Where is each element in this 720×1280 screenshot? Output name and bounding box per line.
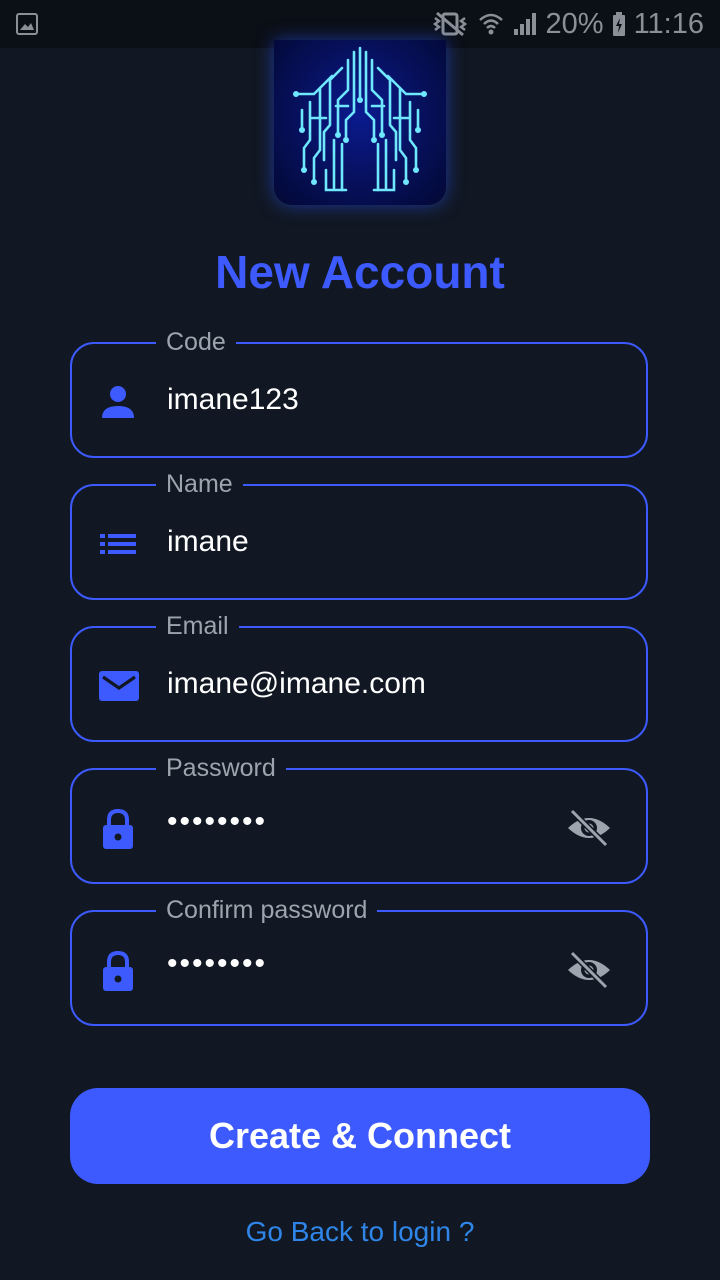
vibrate-mute-icon <box>432 11 470 37</box>
mail-icon <box>98 666 139 706</box>
email-field[interactable]: Email imane@imane.com <box>70 610 648 742</box>
code-input[interactable]: imane123 <box>167 380 299 420</box>
email-label: Email <box>156 610 239 642</box>
password-label: Password <box>156 752 286 784</box>
page-title: New Account <box>215 246 505 298</box>
create-connect-button[interactable]: Create & Connect <box>70 1088 650 1184</box>
clock: 11:16 <box>633 7 704 40</box>
person-icon <box>98 382 138 422</box>
name-label: Name <box>156 468 243 500</box>
circuit-house-icon <box>293 46 427 192</box>
battery-percent: 20% <box>545 7 604 40</box>
image-icon <box>16 13 38 35</box>
lock-icon <box>98 808 138 849</box>
list-icon <box>98 524 138 564</box>
confirm-password-input[interactable]: •••••••• <box>167 944 267 984</box>
wifi-icon <box>478 11 504 37</box>
confirm-password-label: Confirm password <box>156 894 378 926</box>
code-label: Code <box>156 326 236 358</box>
eye-off-icon[interactable] <box>566 950 612 990</box>
lock-icon <box>98 950 138 991</box>
signal-icon <box>512 11 538 37</box>
email-input[interactable]: imane@imane.com <box>167 664 426 704</box>
confirm-password-field[interactable]: Confirm password •••••••• <box>70 894 648 1026</box>
name-input[interactable]: imane <box>167 522 249 562</box>
eye-off-icon[interactable] <box>566 808 612 848</box>
app-logo <box>274 40 446 205</box>
status-icons: 20% 11:16 <box>432 0 704 48</box>
name-field[interactable]: Name imane <box>70 468 648 600</box>
back-to-login-link[interactable]: Go Back to login ? <box>0 1212 720 1252</box>
password-input[interactable]: •••••••• <box>167 802 267 842</box>
password-field[interactable]: Password •••••••• <box>70 752 648 884</box>
battery-charging-icon <box>612 11 626 37</box>
code-field[interactable]: Code imane123 <box>70 326 648 458</box>
